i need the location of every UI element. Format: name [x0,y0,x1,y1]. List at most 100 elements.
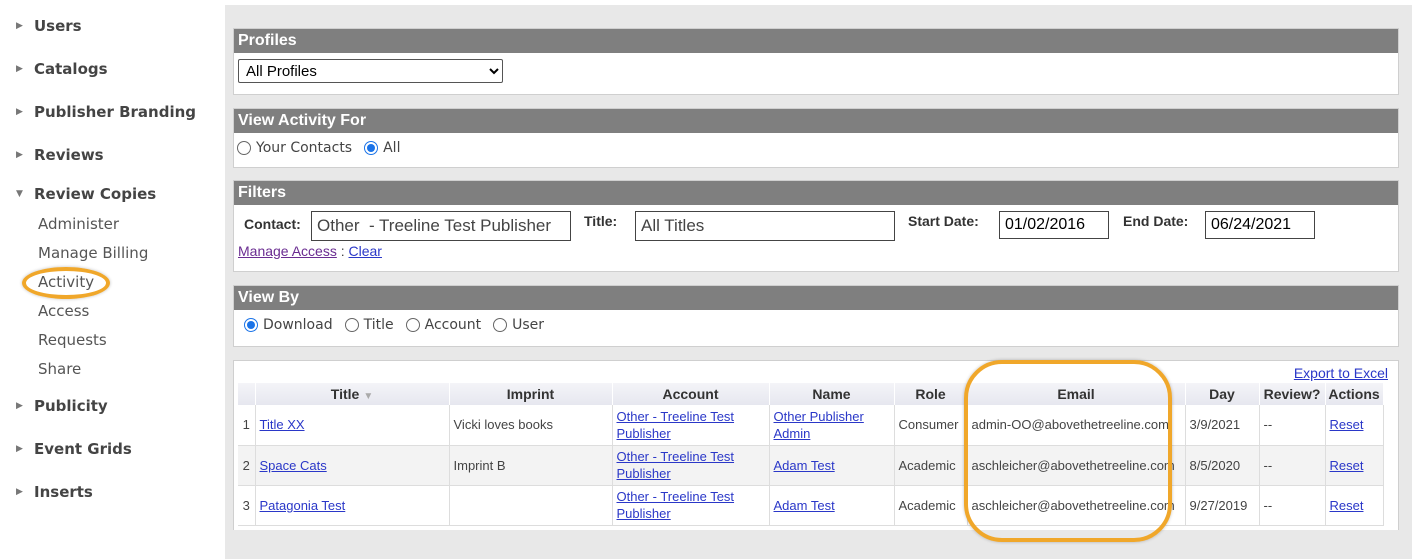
contact-field[interactable] [311,211,571,241]
email-cell: admin-OO@abovethetreeline.com [967,405,1186,446]
caret-right-icon: ▶ [16,64,23,74]
account-option-label: Account [424,317,482,333]
column-header-actions: Actions [1325,383,1384,405]
account-link[interactable]: Other - Treeline Test Publisher [617,489,735,521]
imprint-cell: Imprint B [449,445,613,486]
column-header-title[interactable]: Title ▼ [255,383,450,405]
sidebar-subitem-administer[interactable]: Administer [38,215,119,233]
table-row: 2 Space Cats Imprint B Other - Treeline … [238,445,1384,486]
view-activity-heading: View Activity For [234,109,1398,133]
caret-down-icon: ▼ [16,189,23,199]
contact-label: Contact: [244,216,301,232]
role-cell: Academic [894,485,968,526]
profiles-select[interactable]: All Profiles [238,59,503,83]
table-row: 3 Patagonia Test Other - Treeline Test P… [238,485,1384,526]
row-index: 2 [238,445,256,486]
title-radio[interactable] [344,318,359,332]
clear-link[interactable]: Clear [349,243,382,259]
name-link[interactable]: Adam Test [774,458,835,473]
your-contacts-radio[interactable] [237,141,251,155]
profiles-heading: Profiles [234,29,1398,53]
profiles-panel: Profiles All Profiles [233,28,1399,95]
view-by-panel: View By Download Title Account User [233,285,1399,347]
sidebar-item-event-grids[interactable]: ▶ Event Grids [16,440,132,458]
account-link[interactable]: Other - Treeline Test Publisher [617,449,735,481]
column-header-day[interactable]: Day [1185,383,1260,405]
download-label: Download [263,317,333,333]
sidebar-item-catalogs[interactable]: ▶ Catalogs [16,60,108,78]
day-cell: 9/27/2019 [1185,485,1260,526]
review-cell: -- [1259,485,1326,526]
view-by-heading: View By [234,286,1398,310]
sidebar-item-inserts[interactable]: ▶ Inserts [16,483,93,501]
account-link[interactable]: Other - Treeline Test Publisher [617,409,735,441]
column-header-name[interactable]: Name [769,383,895,405]
user-radio[interactable] [493,318,508,332]
all-label: All [383,140,401,156]
role-cell: Academic [894,445,968,486]
role-cell: Consumer [894,405,968,446]
sidebar-item-label: Event Grids [34,440,132,458]
column-header-role[interactable]: Role [894,383,968,405]
account-radio[interactable] [405,318,420,332]
name-link[interactable]: Other Publisher Admin [774,409,864,441]
link-separator: : [336,243,349,259]
sidebar-item-label: Inserts [34,483,93,501]
column-header-account[interactable]: Account [612,383,770,405]
title-link[interactable]: Title XX [260,417,305,432]
column-header-review[interactable]: Review? [1259,383,1326,405]
sidebar-subitem-access[interactable]: Access [38,302,89,320]
column-header-index [238,383,256,405]
sidebar-item-label: Reviews [34,146,104,164]
sidebar-item-publisher-branding[interactable]: ▶ Publisher Branding [16,103,196,121]
sidebar-subitem-requests[interactable]: Requests [38,331,107,349]
sidebar-subitem-share[interactable]: Share [38,360,81,378]
sidebar-item-label: Publicity [34,397,108,415]
row-index: 1 [238,405,256,446]
sidebar-item-review-copies[interactable]: ▼ Review Copies [16,185,156,203]
user-option-label: User [512,317,545,333]
view-activity-panel: View Activity For Your Contacts All [233,108,1399,168]
caret-right-icon: ▶ [16,150,23,160]
caret-right-icon: ▶ [16,444,23,454]
sidebar-item-users[interactable]: ▶ Users [16,17,82,35]
main-content: Profiles All Profiles View Activity For … [225,5,1412,559]
title-label: Title: [584,213,618,229]
filter-links: Manage Access : Clear [238,243,382,259]
name-link[interactable]: Adam Test [774,498,835,513]
title-link[interactable]: Space Cats [260,458,327,473]
export-to-excel-link[interactable]: Export to Excel [1294,365,1388,381]
filters-panel: Filters Contact: Title: Start Date: End … [233,180,1399,272]
start-date-field[interactable] [999,211,1109,239]
column-header-email[interactable]: Email [967,383,1186,405]
caret-right-icon: ▶ [16,21,23,31]
end-date-field[interactable] [1205,211,1315,239]
row-index: 3 [238,485,256,526]
download-radio[interactable] [244,318,258,332]
start-date-label: Start Date: [908,213,979,229]
sidebar-item-reviews[interactable]: ▶ Reviews [16,146,104,164]
column-header-title-label: Title [330,386,360,402]
email-cell: aschleicher@abovethetreeline.com [967,445,1186,486]
sort-desc-icon: ▼ [363,391,374,402]
column-header-imprint[interactable]: Imprint [449,383,613,405]
filters-heading: Filters [234,181,1398,205]
reset-link[interactable]: Reset [1330,417,1364,432]
sidebar-item-label: Publisher Branding [34,103,197,121]
sidebar-subitem-activity[interactable]: Activity [38,273,94,291]
manage-access-link[interactable]: Manage Access [238,243,337,259]
title-field[interactable] [635,211,895,241]
reset-link[interactable]: Reset [1330,458,1364,473]
all-radio[interactable] [364,141,379,155]
reset-link[interactable]: Reset [1330,498,1364,513]
imprint-cell: Vicki loves books [449,405,613,446]
day-cell: 8/5/2020 [1185,445,1260,486]
title-option-label: Title [363,317,394,333]
title-link[interactable]: Patagonia Test [260,498,346,513]
review-cell: -- [1259,445,1326,486]
table-row: 1 Title XX Vicki loves books Other - Tre… [238,405,1384,446]
caret-right-icon: ▶ [16,107,23,117]
sidebar-subitem-manage-billing[interactable]: Manage Billing [38,244,148,262]
sidebar-item-publicity[interactable]: ▶ Publicity [16,397,108,415]
imprint-cell [449,485,613,526]
